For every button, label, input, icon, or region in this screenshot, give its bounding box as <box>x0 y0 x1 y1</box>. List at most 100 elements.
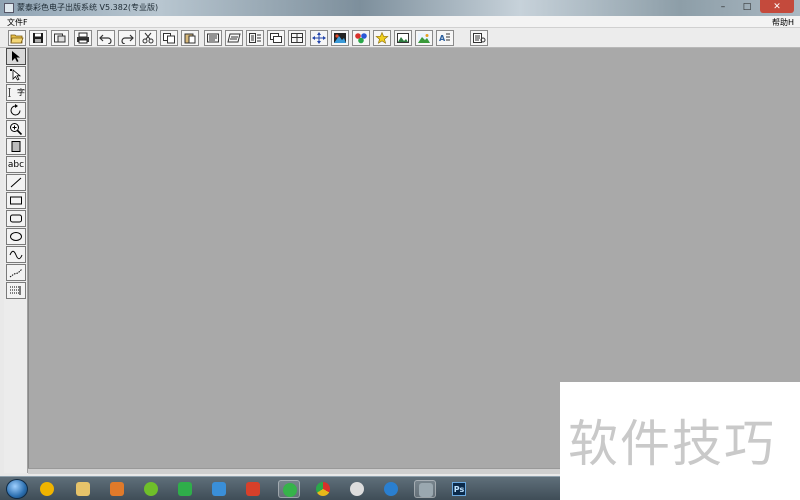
taskbar-founder[interactable] <box>414 480 436 498</box>
select-tool[interactable] <box>6 48 26 65</box>
taskbar-green-app[interactable] <box>278 480 300 498</box>
maximize-button[interactable]: □ <box>736 0 758 13</box>
main-toolbar: A <box>0 28 800 48</box>
taskbar-cloud2[interactable] <box>380 480 402 498</box>
polyline-tool[interactable] <box>6 264 26 281</box>
taskbar-app-360[interactable] <box>36 480 58 498</box>
save-button[interactable] <box>29 30 47 46</box>
redo-icon <box>121 34 134 44</box>
redo-button[interactable] <box>118 30 136 46</box>
start-button[interactable] <box>6 479 28 499</box>
landscape-button[interactable] <box>415 30 433 46</box>
wave-curve-icon <box>9 250 23 260</box>
undo-button[interactable] <box>97 30 115 46</box>
magnifier-icon <box>10 123 23 135</box>
star-shape-button[interactable] <box>373 30 391 46</box>
folder-open-icon <box>10 34 24 44</box>
text-effect-button[interactable]: A <box>436 30 454 46</box>
frame-tool[interactable] <box>6 138 26 155</box>
table-icon <box>291 33 303 43</box>
taskbar-film[interactable] <box>346 480 368 498</box>
film-reel-icon <box>350 482 364 496</box>
color-image-icon <box>334 33 346 43</box>
media-player-icon <box>110 482 124 496</box>
arrow-pointer-icon <box>12 51 20 62</box>
rounded-rect-tool[interactable] <box>6 210 26 227</box>
rotate-icon <box>10 104 21 116</box>
taskbar-shield[interactable] <box>174 480 196 498</box>
taskbar-photoshop[interactable]: Ps <box>450 480 472 498</box>
print-button[interactable] <box>74 30 92 46</box>
taskbar-tiles[interactable] <box>242 480 264 498</box>
close-button[interactable]: ✕ <box>760 0 794 13</box>
taskbar-chrome[interactable] <box>312 480 334 498</box>
text-flow-button[interactable] <box>246 30 264 46</box>
table-button[interactable] <box>288 30 306 46</box>
import-button[interactable] <box>51 30 69 46</box>
green-circle-icon <box>283 483 297 497</box>
watermark-panel: 软件技巧 <box>560 382 800 500</box>
app-360-icon <box>40 482 54 496</box>
floppy-disk-icon <box>33 33 43 43</box>
menu-file[interactable]: 文件F <box>7 17 28 28</box>
table-tool[interactable] <box>6 282 26 299</box>
open-button[interactable] <box>8 30 26 46</box>
line-tool[interactable] <box>6 174 26 191</box>
app-icon <box>4 3 14 13</box>
abc-text-tool[interactable]: abc <box>6 156 26 173</box>
title-bar[interactable]: 蒙泰彩色电子出版系统 V5.382(专业版) – □ ✕ <box>0 0 800 16</box>
table-grid-icon <box>10 286 21 295</box>
tiles-icon <box>246 482 260 496</box>
picture-button[interactable] <box>394 30 412 46</box>
zoom-tool[interactable] <box>6 120 26 137</box>
page-skew-button[interactable] <box>225 30 243 46</box>
window-title: 蒙泰彩色电子出版系统 V5.382(专业版) <box>17 3 159 12</box>
color-palette-button[interactable] <box>352 30 370 46</box>
color-balls-icon <box>355 33 367 44</box>
taskbar-cloud[interactable] <box>208 480 230 498</box>
taskbar-media-player[interactable] <box>106 480 128 498</box>
import-icon <box>54 33 66 43</box>
star-icon <box>375 32 389 44</box>
rectangle-icon <box>10 196 22 205</box>
polyline-icon <box>9 268 23 278</box>
undo-icon <box>99 34 112 44</box>
move-button[interactable] <box>310 30 328 46</box>
copy-button[interactable] <box>160 30 178 46</box>
diagonal-line-icon <box>10 177 22 188</box>
printer-icon <box>77 32 89 44</box>
preview-icon <box>473 33 486 43</box>
cut-button[interactable] <box>139 30 157 46</box>
node-pointer-icon <box>10 69 22 81</box>
ellipse-tool[interactable] <box>6 228 26 245</box>
shield-icon <box>178 482 192 496</box>
image-color-button[interactable] <box>331 30 349 46</box>
menu-help[interactable]: 帮助H <box>772 17 794 28</box>
cloud-blue-icon <box>384 482 398 496</box>
landscape-icon <box>418 33 430 43</box>
text-effect-icon: A <box>439 33 450 43</box>
layers-icon <box>270 33 282 43</box>
rotate-tool[interactable] <box>6 102 26 119</box>
page-setup-button[interactable] <box>204 30 222 46</box>
minimize-button[interactable]: – <box>712 0 734 13</box>
paste-button[interactable] <box>181 30 199 46</box>
preview-button[interactable] <box>470 30 488 46</box>
curve-tool[interactable] <box>6 246 26 263</box>
move-arrows-icon <box>312 32 326 44</box>
taskbar-explorer[interactable] <box>72 480 94 498</box>
page-skew-icon <box>227 33 241 43</box>
layer-button[interactable] <box>267 30 285 46</box>
cloud-icon <box>212 482 226 496</box>
tool-palette: 字 abc <box>4 48 28 473</box>
founder-app-icon <box>419 483 433 497</box>
text-tool[interactable]: 字 <box>6 84 26 101</box>
svg-text:A: A <box>439 34 446 43</box>
rounded-rectangle-icon <box>10 214 22 223</box>
node-select-tool[interactable] <box>6 66 26 83</box>
watermark-text: 软件技巧 <box>568 415 776 473</box>
text-cursor-icon <box>8 88 11 97</box>
taskbar-360-safe[interactable] <box>140 480 162 498</box>
rectangle-tool[interactable] <box>6 192 26 209</box>
abc-text-tool-label: abc <box>7 159 25 170</box>
